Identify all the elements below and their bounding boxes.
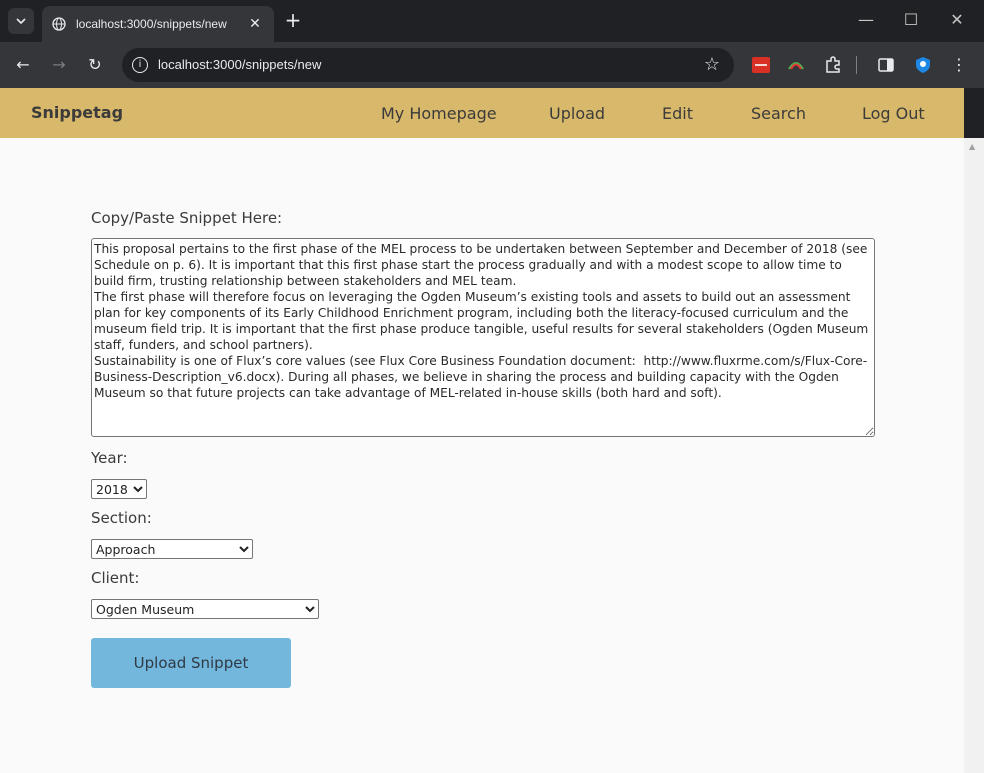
site-navbar: Snippetag My Homepage Upload Edit Search… bbox=[0, 88, 964, 138]
extension-color-icon[interactable] bbox=[786, 55, 806, 75]
nav-link-edit[interactable]: Edit bbox=[662, 104, 693, 123]
page-scrollbar[interactable]: ▲ bbox=[964, 138, 984, 773]
section-label: Section: bbox=[91, 509, 152, 527]
nav-link-search[interactable]: Search bbox=[751, 104, 806, 123]
site-info-icon[interactable]: i bbox=[132, 57, 148, 73]
forward-arrow-icon[interactable]: → bbox=[47, 53, 71, 77]
tab-search-button[interactable] bbox=[8, 8, 34, 34]
close-tab-icon[interactable]: ✕ bbox=[246, 16, 264, 32]
maximize-icon[interactable]: ☐ bbox=[900, 10, 922, 29]
snippet-label: Copy/Paste Snippet Here: bbox=[91, 209, 283, 227]
section-select[interactable]: Approach bbox=[91, 539, 253, 559]
new-tab-button[interactable]: + bbox=[282, 10, 304, 32]
address-bar[interactable]: i localhost:3000/snippets/new ☆ bbox=[122, 48, 734, 82]
chevron-down-icon bbox=[16, 18, 26, 24]
url-text: localhost:3000/snippets/new bbox=[158, 57, 322, 72]
browser-toolbar: ← → ↻ i localhost:3000/snippets/new ☆ ⋮ bbox=[0, 42, 984, 88]
nav-link-log-out[interactable]: Log Out bbox=[862, 104, 925, 123]
profile-shield-icon[interactable] bbox=[913, 55, 933, 75]
back-arrow-icon[interactable]: ← bbox=[11, 53, 35, 77]
client-label: Client: bbox=[91, 569, 140, 587]
nav-link-my-homepage[interactable]: My Homepage bbox=[381, 104, 497, 123]
more-menu-icon[interactable]: ⋮ bbox=[947, 53, 971, 77]
browser-tabstrip: localhost:3000/snippets/new ✕ + — ☐ ✕ bbox=[0, 0, 984, 42]
side-panel-icon[interactable] bbox=[876, 55, 896, 75]
snippet-textarea[interactable]: This proposal pertains to the first phas… bbox=[91, 238, 875, 437]
extension-red-icon[interactable] bbox=[751, 55, 771, 75]
browser-tab[interactable]: localhost:3000/snippets/new ✕ bbox=[42, 6, 274, 42]
tab-title: localhost:3000/snippets/new bbox=[76, 17, 227, 31]
reload-icon[interactable]: ↻ bbox=[83, 53, 107, 77]
bookmark-star-icon[interactable]: ☆ bbox=[704, 54, 720, 75]
scroll-up-arrow-icon[interactable]: ▲ bbox=[969, 142, 975, 151]
upload-snippet-button[interactable]: Upload Snippet bbox=[91, 638, 291, 688]
close-window-icon[interactable]: ✕ bbox=[946, 10, 968, 29]
brand-logo-text[interactable]: Snippetag bbox=[31, 103, 123, 122]
page-viewport: Snippetag My Homepage Upload Edit Search… bbox=[0, 88, 964, 773]
nav-link-upload[interactable]: Upload bbox=[549, 104, 605, 123]
toolbar-divider bbox=[855, 55, 857, 75]
year-label: Year: bbox=[91, 449, 128, 467]
year-select[interactable]: 2018 bbox=[91, 479, 147, 499]
extensions-puzzle-icon[interactable] bbox=[823, 55, 843, 75]
minimize-icon[interactable]: — bbox=[855, 10, 877, 29]
globe-icon bbox=[52, 17, 66, 31]
client-select[interactable]: Ogden Museum bbox=[91, 599, 319, 619]
